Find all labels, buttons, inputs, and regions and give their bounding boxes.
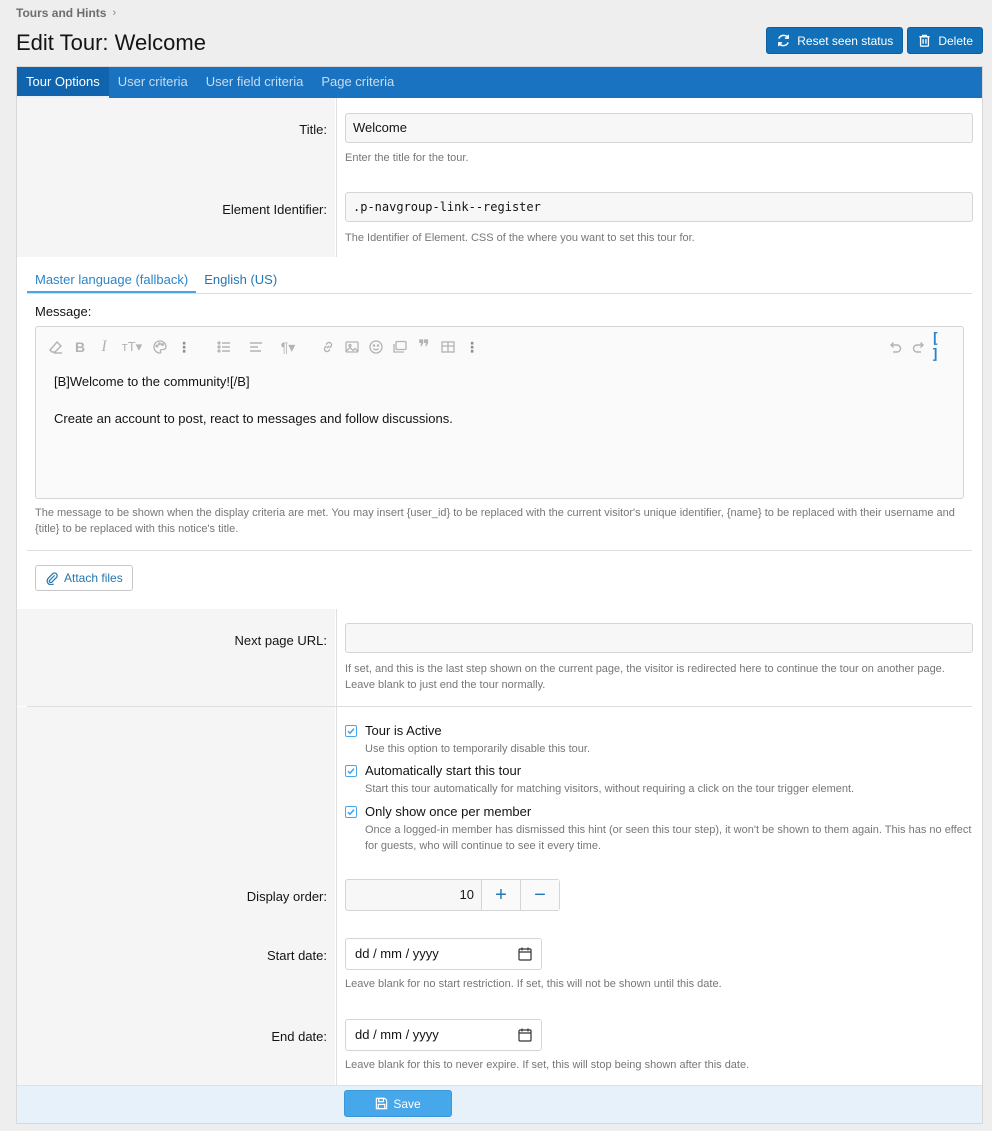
tour-active-label: Tour is Active [365,723,442,738]
tab-user-field-criteria[interactable]: User field criteria [197,67,313,98]
tab-page-criteria[interactable]: Page criteria [312,67,403,98]
title-input[interactable]: Welcome [345,113,973,143]
next-page-url-row: Next page URL: If set, and this is the l… [17,609,982,706]
trash-icon [919,34,930,47]
end-date-row: End date: dd / mm / yyyy Leave blank for… [17,1019,982,1087]
display-order-value[interactable]: 10 [346,880,481,910]
align-icon[interactable] [240,335,272,359]
auto-start-label: Automatically start this tour [365,763,522,778]
table-icon[interactable] [436,335,460,359]
breadcrumb: Tours and Hints › [16,6,116,20]
page-actions: Reset seen status Delete [766,27,983,54]
start-date-placeholder: dd / mm / yyyy [355,946,439,961]
tour-active-hint: Use this option to temporarily disable t… [365,743,591,755]
editor-toolbar: B I тT▾ ⋮ ¶▾ ❞ ⋮ [] [44,331,955,363]
text-size-icon[interactable]: тT▾ [116,335,148,359]
more-vertical-icon[interactable]: ⋮ [460,335,484,359]
next-page-url-hint: If set, and this is the last step shown … [345,663,945,691]
display-order-row: Display order: 10 + − [17,879,982,927]
message-hint: The message to be shown when the display… [35,507,955,535]
attach-files-label: Attach files [64,571,123,585]
link-icon[interactable] [316,335,340,359]
start-date-hint: Leave blank for no start restriction. If… [345,978,722,990]
save-button[interactable]: Save [344,1090,452,1117]
increment-button[interactable]: + [481,880,520,910]
end-date-hint: Leave blank for this to never expire. If… [345,1059,750,1071]
tour-edit-form: Tour Options User criteria User field cr… [16,66,983,1124]
breadcrumb-item-tours-and-hints[interactable]: Tours and Hints [16,6,106,20]
display-order-stepper[interactable]: 10 + − [345,879,560,911]
quote-icon[interactable]: ❞ [412,335,436,359]
palette-icon[interactable] [148,335,172,359]
image-icon[interactable] [340,335,364,359]
calendar-icon[interactable] [518,947,532,961]
next-page-url-input[interactable] [345,623,973,653]
paragraph-icon[interactable]: ¶▾ [272,335,304,359]
show-once-hint: Once a logged-in member has dismissed th… [365,824,972,852]
end-date-label: End date: [271,1029,327,1044]
more-vertical-icon[interactable]: ⋮ [172,335,196,359]
chevron-right-icon: › [112,7,117,19]
show-once-checkbox[interactable] [345,806,357,818]
tour-active-checkbox[interactable] [345,725,357,737]
element-identifier-label: Element Identifier: [222,202,327,217]
title-label: Title: [299,122,327,137]
element-identifier-input[interactable]: .p-navgroup-link--register [345,192,973,222]
auto-start-hint: Start this tour automatically for matchi… [365,783,855,795]
display-order-label: Display order: [246,889,327,904]
tab-tour-options[interactable]: Tour Options [17,67,109,98]
tab-english-us[interactable]: English (US) [196,263,285,293]
eraser-icon[interactable] [44,335,68,359]
save-label: Save [393,1096,421,1111]
save-icon [376,1097,388,1110]
reset-seen-status-label: Reset seen status [797,33,894,48]
message-label: Message: [35,304,92,319]
show-once-label: Only show once per member [365,804,532,819]
bbcode-toggle-icon[interactable]: [ ] [931,331,955,363]
form-tabs: Tour Options User criteria User field cr… [17,67,982,98]
start-date-label: Start date: [267,948,327,963]
end-date-placeholder: dd / mm / yyyy [355,1027,439,1042]
auto-start-checkbox[interactable] [345,765,357,777]
element-identifier-hint: The Identifier of Element. CSS of the wh… [345,232,695,244]
calendar-icon[interactable] [518,1028,532,1042]
list-icon[interactable] [208,335,240,359]
media-icon[interactable] [388,335,412,359]
title-hint: Enter the title for the tour. [345,152,469,164]
language-tabs: Master language (fallback) English (US) [27,263,972,294]
paperclip-icon [46,572,58,585]
element-identifier-row: Element Identifier: .p-navgroup-link--re… [17,177,982,257]
message-content[interactable]: [B]Welcome to the community![/B] Create … [54,373,453,447]
delete-label: Delete [938,33,973,48]
delete-button[interactable]: Delete [907,27,983,54]
reset-seen-status-button[interactable]: Reset seen status [766,27,904,54]
form-footer: Save [17,1085,982,1123]
message-editor[interactable]: B I тT▾ ⋮ ¶▾ ❞ ⋮ [] [B]Welcome to the c… [35,326,964,499]
smilie-icon[interactable] [364,335,388,359]
tab-master-language[interactable]: Master language (fallback) [27,263,197,293]
next-page-url-label: Next page URL: [234,633,328,648]
refresh-icon [778,34,790,47]
decrement-button[interactable]: − [520,880,559,910]
page-title: Edit Tour: Welcome [16,30,206,55]
italic-icon[interactable]: I [92,335,116,359]
start-date-input[interactable]: dd / mm / yyyy [345,938,542,970]
bold-icon[interactable]: B [68,335,92,359]
end-date-input[interactable]: dd / mm / yyyy [345,1019,542,1051]
message-line: Create an account to post, react to mess… [54,411,453,426]
message-line: [B]Welcome to the community![/B] [54,374,250,389]
start-date-row: Start date: dd / mm / yyyy Leave blank f… [17,938,982,1018]
tab-user-criteria[interactable]: User criteria [109,67,197,98]
undo-icon[interactable] [883,335,907,359]
title-row: Title: Welcome Enter the title for the t… [17,98,982,177]
attach-files-button[interactable]: Attach files [35,565,133,591]
redo-icon[interactable] [907,335,931,359]
